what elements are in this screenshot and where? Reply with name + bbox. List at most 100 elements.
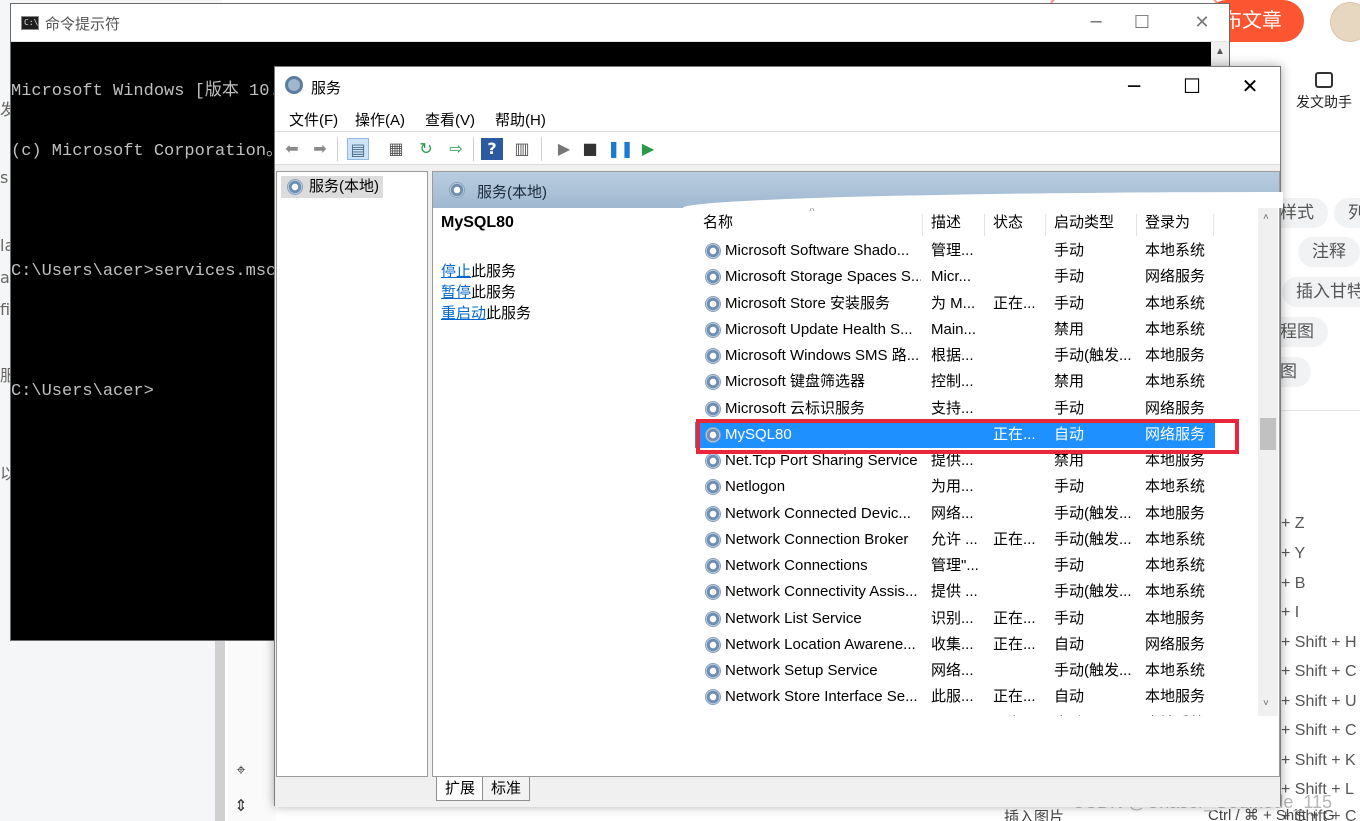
column-header-startup-type[interactable]: 启动类型 [1046,208,1114,238]
close-icon[interactable]: ✕ [1189,10,1215,36]
service-row[interactable]: Network Connection Broker 允许 ... 正在... 手动(触… [695,527,1215,553]
close-icon[interactable]: ✕ [1227,71,1273,101]
start-icon[interactable]: ▶ [553,138,575,160]
restart-icon[interactable]: ▶ [637,138,659,160]
service-row[interactable]: Network List Service 识别... 正在... 手动 本地服务 [695,606,1215,632]
service-row[interactable]: Microsoft 云标识服务 支持... 手动 网络服务 [695,396,1215,422]
cell-logon: 本地系统 [1145,557,1206,574]
action-suffix: 此服务 [486,305,532,322]
gear-icon [287,179,303,195]
menu-action[interactable]: 操作(A) [355,109,405,130]
chip-comment[interactable]: 注释 [1298,237,1360,267]
service-row[interactable]: Network Connected Devic... 网络... 手动(触发... 本… [695,501,1215,527]
toolbar-separator [541,137,542,161]
service-row[interactable]: Microsoft Store 安装服务 为 M... 正在... 手动 本地系统 [695,291,1215,317]
cell-description: 为 M... [931,294,976,312]
scroll-thumb[interactable] [1260,418,1276,450]
column-header-name[interactable]: 名称 [695,208,733,238]
chip-flowchart[interactable]: 程图 [1280,317,1328,347]
editor-left-scrollbar[interactable] [215,640,225,821]
cell-startup-type: 手动 [1054,399,1085,417]
column-header-description[interactable]: 描述 [923,208,961,238]
cell-name: Microsoft Windows SMS 路... [725,347,920,364]
column-header-logon[interactable]: 登录为 [1137,208,1190,238]
chip-list[interactable]: 列 [1334,198,1360,228]
details-header-title: 服务(本地) [477,184,547,201]
tree-item-services-local[interactable]: 服务(本地) [281,176,383,198]
tab-standard[interactable]: 标准 [482,777,531,801]
service-row[interactable]: Network Store Interface Se... 此服... 正在... 自… [695,684,1215,710]
move-icon[interactable]: ⇕ [232,798,250,816]
service-row[interactable]: NVIDIA Display Container LS Cont... 正在... 自… [695,711,1215,716]
toolbar-separator [473,137,474,161]
terminal-icon: C:\ [21,16,39,30]
service-row[interactable]: Microsoft 键盘筛选器 控制... 禁用 本地系统 [695,369,1215,395]
editor-side-toolbar [228,640,276,821]
minimize-icon[interactable]: ─ [1083,10,1109,36]
chip-diagram[interactable]: 图 [1280,357,1311,387]
column-header-status[interactable]: 状态 [985,208,1023,238]
cell-logon: 本地服务 [1145,347,1206,364]
service-row[interactable]: Microsoft Software Shado... 管理... 手动 本地系统 [695,238,1215,264]
back-icon[interactable]: ⬅ [281,138,303,160]
service-row[interactable]: Network Setup Service 网络... 手动(触发... 本地系统 [695,658,1215,684]
cell-description: 识别... [931,609,974,627]
divider [1280,410,1360,411]
chip-gantt[interactable]: 插入甘特 [1282,277,1360,307]
service-row[interactable]: Network Connections 管理"... 手动 本地系统 [695,553,1215,579]
help-icon[interactable]: ? [481,138,503,160]
maximize-icon[interactable]: ☐ [1129,10,1155,36]
stop-icon[interactable]: ■ [579,138,601,160]
cell-name: Microsoft Software Shado... [725,242,910,259]
forward-icon[interactable]: ➡ [309,138,331,160]
service-row[interactable]: Network Location Awarene... 收集... 正在... 自动 网… [695,632,1215,658]
console-tree-icon[interactable]: ▤ [347,138,369,160]
show-hide-icon[interactable]: ▥ [511,138,533,160]
maximize-icon[interactable]: ☐ [1169,71,1215,101]
pause-service-link[interactable]: 暂停 [441,284,471,301]
service-row[interactable]: Microsoft Windows SMS 路... 根据... 手动(触发... 本… [695,343,1215,369]
service-row[interactable]: Microsoft Update Health S... Main... 禁用 本地系… [695,317,1215,343]
restart-service-link[interactable]: 重启动 [441,305,486,322]
gear-icon [705,636,721,653]
tab-extended[interactable]: 扩展 [436,777,485,801]
stop-service-link[interactable]: 停止 [441,263,471,280]
pause-icon[interactable]: ❚❚ [607,138,634,160]
cell-description: 网络... [931,504,974,522]
menu-help[interactable]: 帮助(H) [495,109,546,130]
chip-style[interactable]: 样式 [1280,198,1328,228]
gear-icon [705,321,721,338]
cell-startup-type: 手动 [1054,242,1085,259]
menu-view[interactable]: 查看(V) [425,109,475,130]
cell-status: 正在... [993,635,1036,653]
menu-file[interactable]: 文件(F) [289,109,338,130]
cell-logon: 本地系统 [1145,530,1206,548]
scroll-down-icon[interactable]: ˅ [1263,698,1269,709]
tree-item-label: 服务(本地) [309,178,379,195]
gear-icon [705,531,721,548]
services-title-bar[interactable]: 服务 ─ ☐ ✕ [275,67,1280,105]
gear-icon [705,374,721,391]
scroll-up-icon[interactable]: ˄ [1263,212,1269,223]
properties-icon[interactable]: ▦ [385,138,407,160]
cell-logon: 本地服务 [1145,504,1206,522]
gear-icon [705,505,721,522]
service-row[interactable]: Network Connectivity Assis... 提供 ... 手动(触发… [695,579,1215,605]
services-scrollbar[interactable]: ˄ ˅ [1258,208,1278,716]
cell-startup-type: 手动 [1054,478,1085,496]
minimize-icon[interactable]: ─ [1111,71,1157,101]
scroll-up-icon[interactable]: ▲ [1215,46,1225,57]
avatar[interactable] [1330,2,1360,42]
crosshair-icon[interactable]: ⌖ [232,762,250,780]
cmd-title: 命令提示符 [45,16,121,33]
refresh-icon[interactable]: ↻ [415,138,437,160]
gear-icon [705,269,721,286]
cell-status: 正在... [993,609,1036,627]
service-row[interactable]: Netlogon 为用... 手动 本地系统 [695,474,1215,500]
export-icon[interactable]: ⇨ [445,138,467,160]
writing-assistant-button[interactable]: 发文助手 [1288,72,1360,112]
cell-status: 正在... [993,688,1036,706]
cmd-title-bar[interactable]: C:\ 命令提示符 ─ ☐ ✕ [11,4,1229,42]
service-row[interactable]: Microsoft Storage Spaces S... Micr... 手动 网络… [695,264,1215,290]
gear-icon [705,295,721,312]
